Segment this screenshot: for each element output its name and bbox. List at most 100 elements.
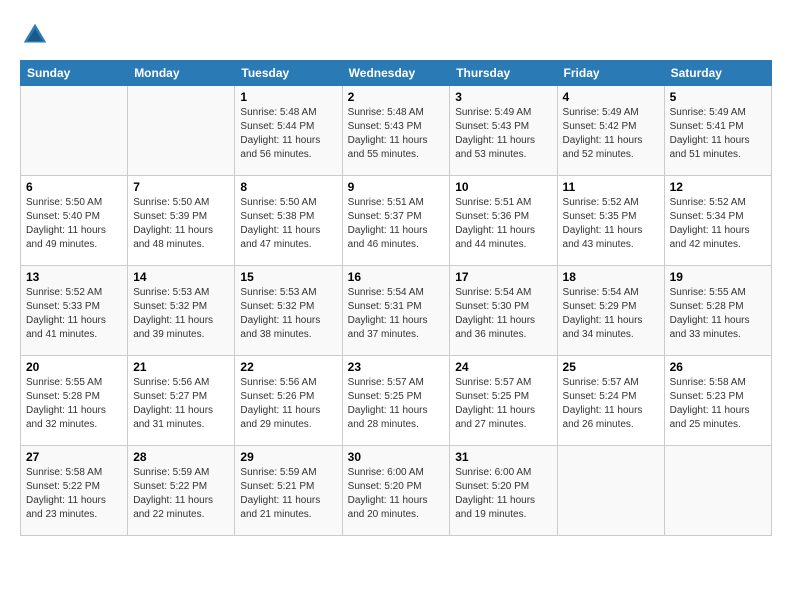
day-number: 14 xyxy=(133,270,229,284)
day-info: Sunrise: 5:53 AM Sunset: 5:32 PM Dayligh… xyxy=(240,286,336,342)
day-info: Sunrise: 5:54 AM Sunset: 5:29 PM Dayligh… xyxy=(563,286,659,342)
day-number: 28 xyxy=(133,450,229,464)
day-number: 5 xyxy=(670,90,766,104)
logo xyxy=(20,20,54,50)
day-number: 27 xyxy=(26,450,122,464)
header-cell-friday: Friday xyxy=(557,61,664,86)
day-info: Sunrise: 5:55 AM Sunset: 5:28 PM Dayligh… xyxy=(670,286,766,342)
week-row-4: 20 Sunrise: 5:55 AM Sunset: 5:28 PM Dayli… xyxy=(21,356,772,446)
day-cell: 26 Sunrise: 5:58 AM Sunset: 5:23 PM Dayli… xyxy=(664,356,771,446)
page-header xyxy=(20,20,772,50)
day-cell: 21 Sunrise: 5:56 AM Sunset: 5:27 PM Dayli… xyxy=(128,356,235,446)
day-info: Sunrise: 5:58 AM Sunset: 5:22 PM Dayligh… xyxy=(26,466,122,522)
day-number: 17 xyxy=(455,270,551,284)
day-info: Sunrise: 5:59 AM Sunset: 5:21 PM Dayligh… xyxy=(240,466,336,522)
header-cell-monday: Monday xyxy=(128,61,235,86)
day-info: Sunrise: 5:49 AM Sunset: 5:43 PM Dayligh… xyxy=(455,106,551,162)
day-cell: 9 Sunrise: 5:51 AM Sunset: 5:37 PM Daylig… xyxy=(342,176,450,266)
day-number: 21 xyxy=(133,360,229,374)
day-info: Sunrise: 5:50 AM Sunset: 5:39 PM Dayligh… xyxy=(133,196,229,252)
day-cell: 29 Sunrise: 5:59 AM Sunset: 5:21 PM Dayli… xyxy=(235,446,342,536)
day-cell xyxy=(557,446,664,536)
day-number: 1 xyxy=(240,90,336,104)
day-number: 26 xyxy=(670,360,766,374)
day-number: 30 xyxy=(348,450,445,464)
day-number: 4 xyxy=(563,90,659,104)
day-cell: 7Sunrise: 5:50 AM Sunset: 5:39 PM Daylig… xyxy=(128,176,235,266)
day-info: Sunrise: 5:57 AM Sunset: 5:25 PM Dayligh… xyxy=(348,376,445,432)
day-number: 13 xyxy=(26,270,122,284)
day-info: Sunrise: 5:55 AM Sunset: 5:28 PM Dayligh… xyxy=(26,376,122,432)
day-info: Sunrise: 5:49 AM Sunset: 5:42 PM Dayligh… xyxy=(563,106,659,162)
day-cell: 25 Sunrise: 5:57 AM Sunset: 5:24 PM Dayli… xyxy=(557,356,664,446)
day-number: 6 xyxy=(26,180,122,194)
day-cell xyxy=(664,446,771,536)
week-row-5: 27 Sunrise: 5:58 AM Sunset: 5:22 PM Dayli… xyxy=(21,446,772,536)
day-number: 12 xyxy=(670,180,766,194)
day-number: 19 xyxy=(670,270,766,284)
day-cell: 4 Sunrise: 5:49 AM Sunset: 5:42 PM Daylig… xyxy=(557,86,664,176)
day-info: Sunrise: 5:54 AM Sunset: 5:30 PM Dayligh… xyxy=(455,286,551,342)
day-number: 23 xyxy=(348,360,445,374)
day-cell: 1 Sunrise: 5:48 AM Sunset: 5:44 PM Daylig… xyxy=(235,86,342,176)
day-cell xyxy=(21,86,128,176)
day-info: Sunrise: 6:00 AM Sunset: 5:20 PM Dayligh… xyxy=(348,466,445,522)
day-number: 25 xyxy=(563,360,659,374)
day-number: 29 xyxy=(240,450,336,464)
day-info: Sunrise: 5:57 AM Sunset: 5:25 PM Dayligh… xyxy=(455,376,551,432)
week-row-2: 6 Sunrise: 5:50 AM Sunset: 5:40 PM Daylig… xyxy=(21,176,772,266)
day-cell: 22Sunrise: 5:56 AM Sunset: 5:26 PM Dayli… xyxy=(235,356,342,446)
day-info: Sunrise: 5:51 AM Sunset: 5:36 PM Dayligh… xyxy=(455,196,551,252)
day-cell: 19 Sunrise: 5:55 AM Sunset: 5:28 PM Dayli… xyxy=(664,266,771,356)
day-info: Sunrise: 5:52 AM Sunset: 5:34 PM Dayligh… xyxy=(670,196,766,252)
day-cell: 30 Sunrise: 6:00 AM Sunset: 5:20 PM Dayli… xyxy=(342,446,450,536)
day-cell: 10Sunrise: 5:51 AM Sunset: 5:36 PM Dayli… xyxy=(450,176,557,266)
day-cell: 17 Sunrise: 5:54 AM Sunset: 5:30 PM Dayli… xyxy=(450,266,557,356)
day-cell: 8 Sunrise: 5:50 AM Sunset: 5:38 PM Daylig… xyxy=(235,176,342,266)
day-cell: 28 Sunrise: 5:59 AM Sunset: 5:22 PM Dayli… xyxy=(128,446,235,536)
calendar-header: SundayMondayTuesdayWednesdayThursdayFrid… xyxy=(21,61,772,86)
day-info: Sunrise: 5:50 AM Sunset: 5:40 PM Dayligh… xyxy=(26,196,122,252)
day-info: Sunrise: 5:52 AM Sunset: 5:33 PM Dayligh… xyxy=(26,286,122,342)
logo-icon xyxy=(20,20,50,50)
day-info: Sunrise: 5:48 AM Sunset: 5:44 PM Dayligh… xyxy=(240,106,336,162)
week-row-1: 1 Sunrise: 5:48 AM Sunset: 5:44 PM Daylig… xyxy=(21,86,772,176)
day-number: 2 xyxy=(348,90,445,104)
day-cell: 15Sunrise: 5:53 AM Sunset: 5:32 PM Dayli… xyxy=(235,266,342,356)
header-row: SundayMondayTuesdayWednesdayThursdayFrid… xyxy=(21,61,772,86)
day-cell: 13 Sunrise: 5:52 AM Sunset: 5:33 PM Dayli… xyxy=(21,266,128,356)
day-number: 16 xyxy=(348,270,445,284)
day-number: 22 xyxy=(240,360,336,374)
day-info: Sunrise: 5:54 AM Sunset: 5:31 PM Dayligh… xyxy=(348,286,445,342)
day-cell: 14 Sunrise: 5:53 AM Sunset: 5:32 PM Dayli… xyxy=(128,266,235,356)
day-cell: 16 Sunrise: 5:54 AM Sunset: 5:31 PM Dayli… xyxy=(342,266,450,356)
week-row-3: 13 Sunrise: 5:52 AM Sunset: 5:33 PM Dayli… xyxy=(21,266,772,356)
day-info: Sunrise: 5:58 AM Sunset: 5:23 PM Dayligh… xyxy=(670,376,766,432)
day-number: 20 xyxy=(26,360,122,374)
day-cell: 18 Sunrise: 5:54 AM Sunset: 5:29 PM Dayli… xyxy=(557,266,664,356)
day-cell: 11Sunrise: 5:52 AM Sunset: 5:35 PM Dayli… xyxy=(557,176,664,266)
day-number: 3 xyxy=(455,90,551,104)
day-cell: 20 Sunrise: 5:55 AM Sunset: 5:28 PM Dayli… xyxy=(21,356,128,446)
day-info: Sunrise: 5:48 AM Sunset: 5:43 PM Dayligh… xyxy=(348,106,445,162)
day-number: 8 xyxy=(240,180,336,194)
calendar-body: 1 Sunrise: 5:48 AM Sunset: 5:44 PM Daylig… xyxy=(21,86,772,536)
day-info: Sunrise: 5:57 AM Sunset: 5:24 PM Dayligh… xyxy=(563,376,659,432)
day-info: Sunrise: 5:49 AM Sunset: 5:41 PM Dayligh… xyxy=(670,106,766,162)
day-number: 24 xyxy=(455,360,551,374)
day-info: Sunrise: 5:56 AM Sunset: 5:27 PM Dayligh… xyxy=(133,376,229,432)
day-info: Sunrise: 6:00 AM Sunset: 5:20 PM Dayligh… xyxy=(455,466,551,522)
header-cell-sunday: Sunday xyxy=(21,61,128,86)
day-info: Sunrise: 5:51 AM Sunset: 5:37 PM Dayligh… xyxy=(348,196,445,252)
day-cell: 23 Sunrise: 5:57 AM Sunset: 5:25 PM Dayli… xyxy=(342,356,450,446)
day-number: 9 xyxy=(348,180,445,194)
day-info: Sunrise: 5:53 AM Sunset: 5:32 PM Dayligh… xyxy=(133,286,229,342)
day-cell xyxy=(128,86,235,176)
header-cell-thursday: Thursday xyxy=(450,61,557,86)
day-number: 18 xyxy=(563,270,659,284)
day-number: 11 xyxy=(563,180,659,194)
day-info: Sunrise: 5:59 AM Sunset: 5:22 PM Dayligh… xyxy=(133,466,229,522)
day-cell: 2 Sunrise: 5:48 AM Sunset: 5:43 PM Daylig… xyxy=(342,86,450,176)
day-cell: 27 Sunrise: 5:58 AM Sunset: 5:22 PM Dayli… xyxy=(21,446,128,536)
day-info: Sunrise: 5:50 AM Sunset: 5:38 PM Dayligh… xyxy=(240,196,336,252)
